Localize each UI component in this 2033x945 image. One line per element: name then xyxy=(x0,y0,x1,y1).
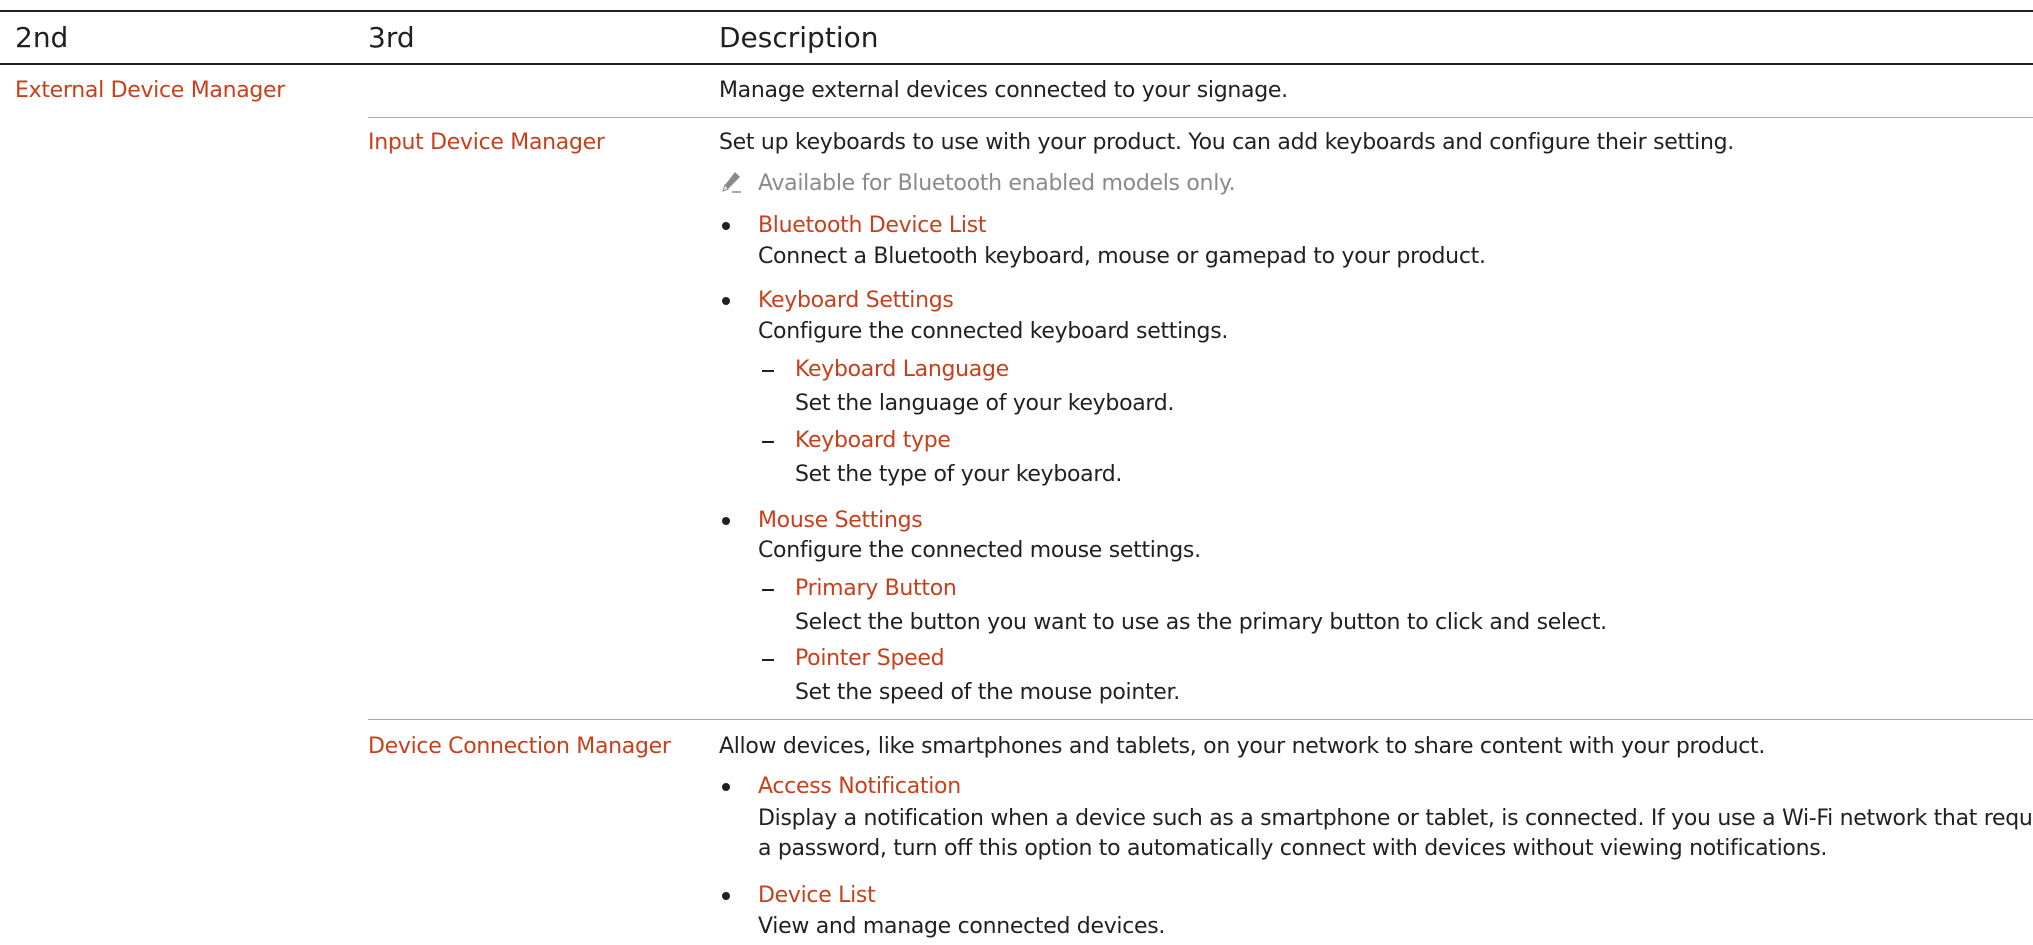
bullet xyxy=(722,892,730,900)
bullet xyxy=(722,783,730,791)
bluetooth-device-list-text: Connect a Bluetooth keyboard, mouse or g… xyxy=(758,244,1486,269)
keyboard-settings-title: Keyboard Settings xyxy=(758,288,954,313)
header-description: Description xyxy=(719,21,879,54)
header-3rd: 3rd xyxy=(368,21,415,54)
access-notification-title: Access Notification xyxy=(758,774,961,799)
table-header-rule xyxy=(0,63,2033,65)
row-divider xyxy=(368,117,2033,118)
header-2nd: 2nd xyxy=(15,21,69,54)
keyboard-language-title: Keyboard Language xyxy=(795,357,1009,382)
row-divider xyxy=(368,719,2033,720)
primary-button-text: Select the button you want to use as the… xyxy=(795,610,1607,635)
device-list-title: Device List xyxy=(758,883,876,908)
pencil-icon xyxy=(722,172,741,193)
bullet xyxy=(722,297,730,305)
dash xyxy=(762,370,774,372)
mouse-settings-title: Mouse Settings xyxy=(758,508,923,533)
table-top-rule xyxy=(0,10,2033,12)
dash xyxy=(762,441,774,443)
keyboard-language-text: Set the language of your keyboard. xyxy=(795,391,1175,416)
dash xyxy=(762,659,774,661)
input-device-manager-description: Set up keyboards to use with your produc… xyxy=(719,130,1734,155)
device-list-text: View and manage connected devices. xyxy=(758,914,1166,939)
keyboard-type-title: Keyboard type xyxy=(795,428,951,453)
keyboard-settings-text: Configure the connected keyboard setting… xyxy=(758,319,1229,344)
bullet xyxy=(722,222,730,230)
bullet xyxy=(722,517,730,525)
settings-table: 2nd 3rd Description External Device Mana… xyxy=(0,0,2033,945)
bluetooth-note: Available for Bluetooth enabled models o… xyxy=(758,171,1236,196)
external-device-manager-description: Manage external devices connected to you… xyxy=(719,78,1288,103)
dash xyxy=(762,589,774,591)
access-notification-text-line1: Display a notification when a device suc… xyxy=(758,806,2033,831)
access-notification-text-line2: a password, turn off this option to auto… xyxy=(758,836,1828,861)
input-device-manager-label: Input Device Manager xyxy=(368,130,605,155)
pointer-speed-text: Set the speed of the mouse pointer. xyxy=(795,680,1180,705)
device-connection-manager-label: Device Connection Manager xyxy=(368,734,671,759)
bluetooth-device-list-title: Bluetooth Device List xyxy=(758,213,987,238)
pointer-speed-title: Pointer Speed xyxy=(795,646,945,671)
external-device-manager-label: External Device Manager xyxy=(15,78,286,103)
mouse-settings-text: Configure the connected mouse settings. xyxy=(758,538,1201,563)
primary-button-title: Primary Button xyxy=(795,576,957,601)
keyboard-type-text: Set the type of your keyboard. xyxy=(795,462,1123,487)
device-connection-manager-description: Allow devices, like smartphones and tabl… xyxy=(719,734,1766,759)
